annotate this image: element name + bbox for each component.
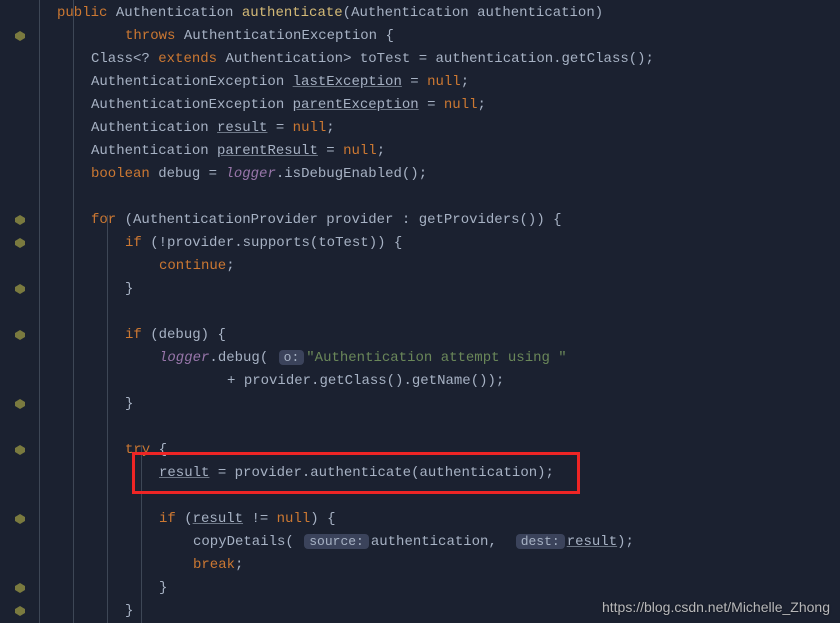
code-line: logger.debug( o:"Authentication attempt … (159, 350, 567, 366)
fold-icon[interactable] (15, 215, 25, 225)
param-hint: dest: (516, 534, 565, 549)
code-line: Authentication result = null; (91, 120, 335, 136)
editor-code-area[interactable]: public Authentication authenticate(Authe… (35, 0, 840, 623)
fold-icon[interactable] (15, 445, 25, 455)
watermark: https://blog.csdn.net/Michelle_Zhong (602, 599, 830, 615)
fold-icon[interactable] (15, 330, 25, 340)
fold-icon[interactable] (15, 238, 25, 248)
code-line: } (159, 580, 167, 596)
code-line: copyDetails( source:authentication, dest… (193, 534, 634, 550)
fold-icon[interactable] (15, 284, 25, 294)
code-line: for (AuthenticationProvider provider : g… (91, 212, 562, 228)
code-line: if (debug) { (125, 327, 226, 343)
code-line: } (125, 281, 133, 297)
param-hint: o: (279, 350, 305, 365)
code-line: } (125, 603, 133, 619)
code-line: throws AuthenticationException { (125, 28, 394, 44)
fold-icon[interactable] (15, 399, 25, 409)
highlight-box (132, 452, 580, 494)
code-line: } (125, 396, 133, 412)
fold-icon[interactable] (15, 514, 25, 524)
code-line: public Authentication authenticate(Authe… (57, 5, 603, 21)
code-line: continue; (159, 258, 235, 274)
fold-icon[interactable] (15, 606, 25, 616)
fold-icon[interactable] (15, 31, 25, 41)
code-line: break; (193, 557, 243, 573)
code-line: boolean debug = logger.isDebugEnabled(); (91, 166, 427, 182)
code-line: Authentication parentResult = null; (91, 143, 385, 159)
code-line: if (!provider.supports(toTest)) { (125, 235, 402, 251)
code-line: AuthenticationException lastException = … (91, 74, 469, 90)
code-line: if (result != null) { (159, 511, 335, 527)
param-hint: source: (304, 534, 369, 549)
code-line: + provider.getClass().getName()); (227, 373, 504, 389)
fold-icon[interactable] (15, 583, 25, 593)
code-line: AuthenticationException parentException … (91, 97, 486, 113)
editor-gutter (0, 0, 35, 623)
code-line: Class<? extends Authentication> toTest =… (91, 51, 654, 67)
